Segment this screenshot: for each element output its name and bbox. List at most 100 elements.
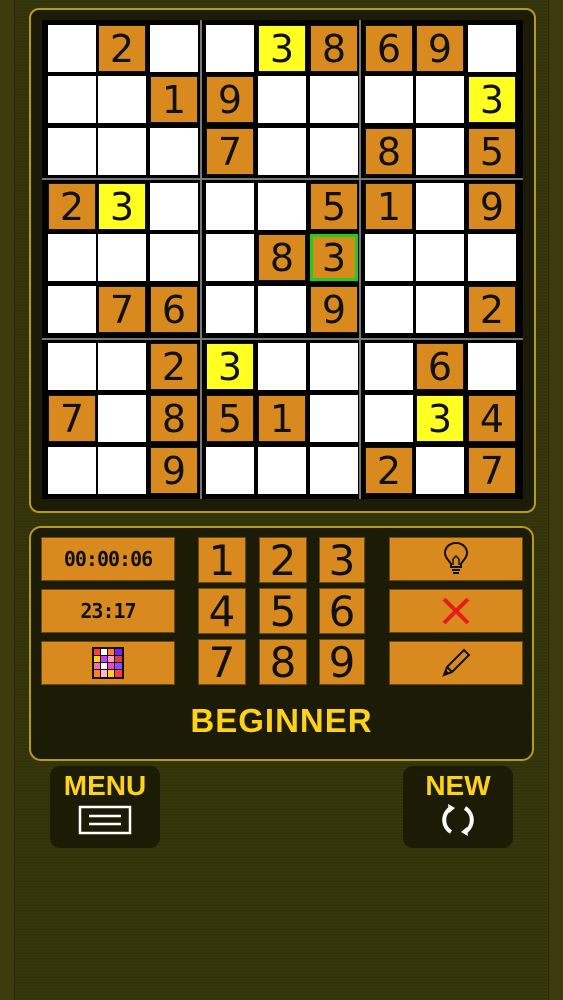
color-grid-icon (92, 647, 124, 679)
cell-r6c5[interactable] (258, 286, 306, 333)
numpad-9[interactable]: 9 (319, 638, 365, 687)
cell-r6c8[interactable] (416, 286, 464, 333)
cell-r8c9[interactable]: 4 (468, 395, 516, 442)
cell-r7c9[interactable] (468, 343, 516, 390)
cell-r6c2[interactable]: 7 (98, 286, 146, 333)
cell-r1c6[interactable]: 8 (310, 25, 358, 72)
cell-r7c4[interactable]: 3 (206, 343, 254, 390)
cell-r7c1[interactable] (48, 343, 96, 390)
cell-r5c8[interactable] (416, 234, 464, 281)
cell-r2c7[interactable] (365, 76, 413, 123)
numpad-2[interactable]: 2 (259, 536, 307, 585)
cell-r1c3[interactable] (150, 25, 198, 72)
cell-r1c1[interactable] (48, 25, 96, 72)
cell-r8c2[interactable] (98, 395, 146, 442)
cell-r2c8[interactable] (416, 76, 464, 123)
cell-r8c6[interactable] (310, 395, 358, 442)
numpad-4[interactable]: 4 (198, 587, 246, 636)
cell-r6c6[interactable]: 9 (310, 286, 358, 333)
numpad-8[interactable]: 8 (259, 638, 307, 687)
cell-r9c8[interactable] (416, 447, 464, 494)
cell-r3c9[interactable]: 5 (468, 128, 516, 175)
cell-r1c5[interactable]: 3 (258, 25, 306, 72)
pencil-button[interactable] (389, 641, 523, 685)
cell-r5c6[interactable]: 3 (310, 234, 358, 281)
cell-r3c6[interactable] (310, 128, 358, 175)
cell-r9c9[interactable]: 7 (468, 447, 516, 494)
cell-r1c8[interactable]: 9 (416, 25, 464, 72)
numpad-1[interactable]: 1 (198, 536, 246, 585)
cell-r8c7[interactable] (365, 395, 413, 442)
cell-r5c2[interactable] (98, 234, 146, 281)
cell-r3c8[interactable] (416, 128, 464, 175)
cell-r8c1[interactable]: 7 (48, 395, 96, 442)
cell-r2c2[interactable] (98, 76, 146, 123)
cell-r3c3[interactable] (150, 128, 198, 175)
cell-r7c7[interactable] (365, 343, 413, 390)
cell-r7c3[interactable]: 2 (150, 343, 198, 390)
numpad-5[interactable]: 5 (259, 587, 307, 636)
cell-r7c8[interactable]: 6 (416, 343, 464, 390)
cell-r9c5[interactable] (258, 447, 306, 494)
color-palette-button[interactable] (41, 641, 175, 685)
cell-r8c4[interactable]: 5 (206, 395, 254, 442)
cell-r5c3[interactable] (150, 234, 198, 281)
cell-r7c2[interactable] (98, 343, 146, 390)
cell-r9c1[interactable] (48, 447, 96, 494)
cell-r2c1[interactable] (48, 76, 96, 123)
cell-r4c1[interactable]: 2 (48, 183, 96, 230)
cell-r9c4[interactable] (206, 447, 254, 494)
cell-r4c7[interactable]: 1 (365, 183, 413, 230)
erase-button[interactable] (389, 589, 523, 633)
cell-r6c3[interactable]: 6 (150, 286, 198, 333)
cell-r6c4[interactable] (206, 286, 254, 333)
timer-display: 00:00:06 (41, 537, 175, 581)
cell-r2c5[interactable] (258, 76, 306, 123)
cell-r5c7[interactable] (365, 234, 413, 281)
cell-r1c2[interactable]: 2 (98, 25, 146, 72)
cell-r6c1[interactable] (48, 286, 96, 333)
cell-r5c9[interactable] (468, 234, 516, 281)
cell-r4c4[interactable] (206, 183, 254, 230)
cell-r5c4[interactable] (206, 234, 254, 281)
cell-r6c9[interactable]: 2 (468, 286, 516, 333)
cell-r9c2[interactable] (98, 447, 146, 494)
cell-r8c5[interactable]: 1 (258, 395, 306, 442)
menu-label: MENU (63, 770, 147, 801)
hint-button[interactable] (389, 537, 523, 581)
cell-r7c5[interactable] (258, 343, 306, 390)
cell-r1c7[interactable]: 6 (365, 25, 413, 72)
cell-r4c9[interactable]: 9 (468, 183, 516, 230)
numpad-3[interactable]: 3 (319, 536, 365, 585)
cell-r5c5[interactable]: 8 (258, 234, 306, 281)
cell-r3c4[interactable]: 7 (206, 128, 254, 175)
cell-r4c5[interactable] (258, 183, 306, 230)
cell-r1c9[interactable] (468, 25, 516, 72)
cell-r2c6[interactable] (310, 76, 358, 123)
cell-r7c6[interactable] (310, 343, 358, 390)
cell-r2c4[interactable]: 9 (206, 76, 254, 123)
cell-r3c5[interactable] (258, 128, 306, 175)
menu-button[interactable]: MENU (50, 766, 160, 848)
cell-r3c2[interactable] (98, 128, 146, 175)
cell-r3c7[interactable]: 8 (365, 128, 413, 175)
cell-r9c7[interactable]: 2 (365, 447, 413, 494)
numpad-6[interactable]: 6 (319, 587, 365, 636)
cell-r4c3[interactable] (150, 183, 198, 230)
cell-r4c6[interactable]: 5 (310, 183, 358, 230)
cell-r4c2[interactable]: 3 (98, 183, 146, 230)
cell-r6c7[interactable] (365, 286, 413, 333)
numpad-7[interactable]: 7 (198, 638, 246, 687)
cell-r8c8[interactable]: 3 (416, 395, 464, 442)
cell-r8c3[interactable]: 8 (150, 395, 198, 442)
cell-r9c6[interactable] (310, 447, 358, 494)
new-game-button[interactable]: NEW (403, 766, 513, 848)
cell-r4c8[interactable] (416, 183, 464, 230)
box-divider (359, 20, 361, 499)
cell-r2c9[interactable]: 3 (468, 76, 516, 123)
cell-r3c1[interactable] (48, 128, 96, 175)
cell-r2c3[interactable]: 1 (150, 76, 198, 123)
cell-r9c3[interactable]: 9 (150, 447, 198, 494)
cell-r5c1[interactable] (48, 234, 96, 281)
cell-r1c4[interactable] (206, 25, 254, 72)
